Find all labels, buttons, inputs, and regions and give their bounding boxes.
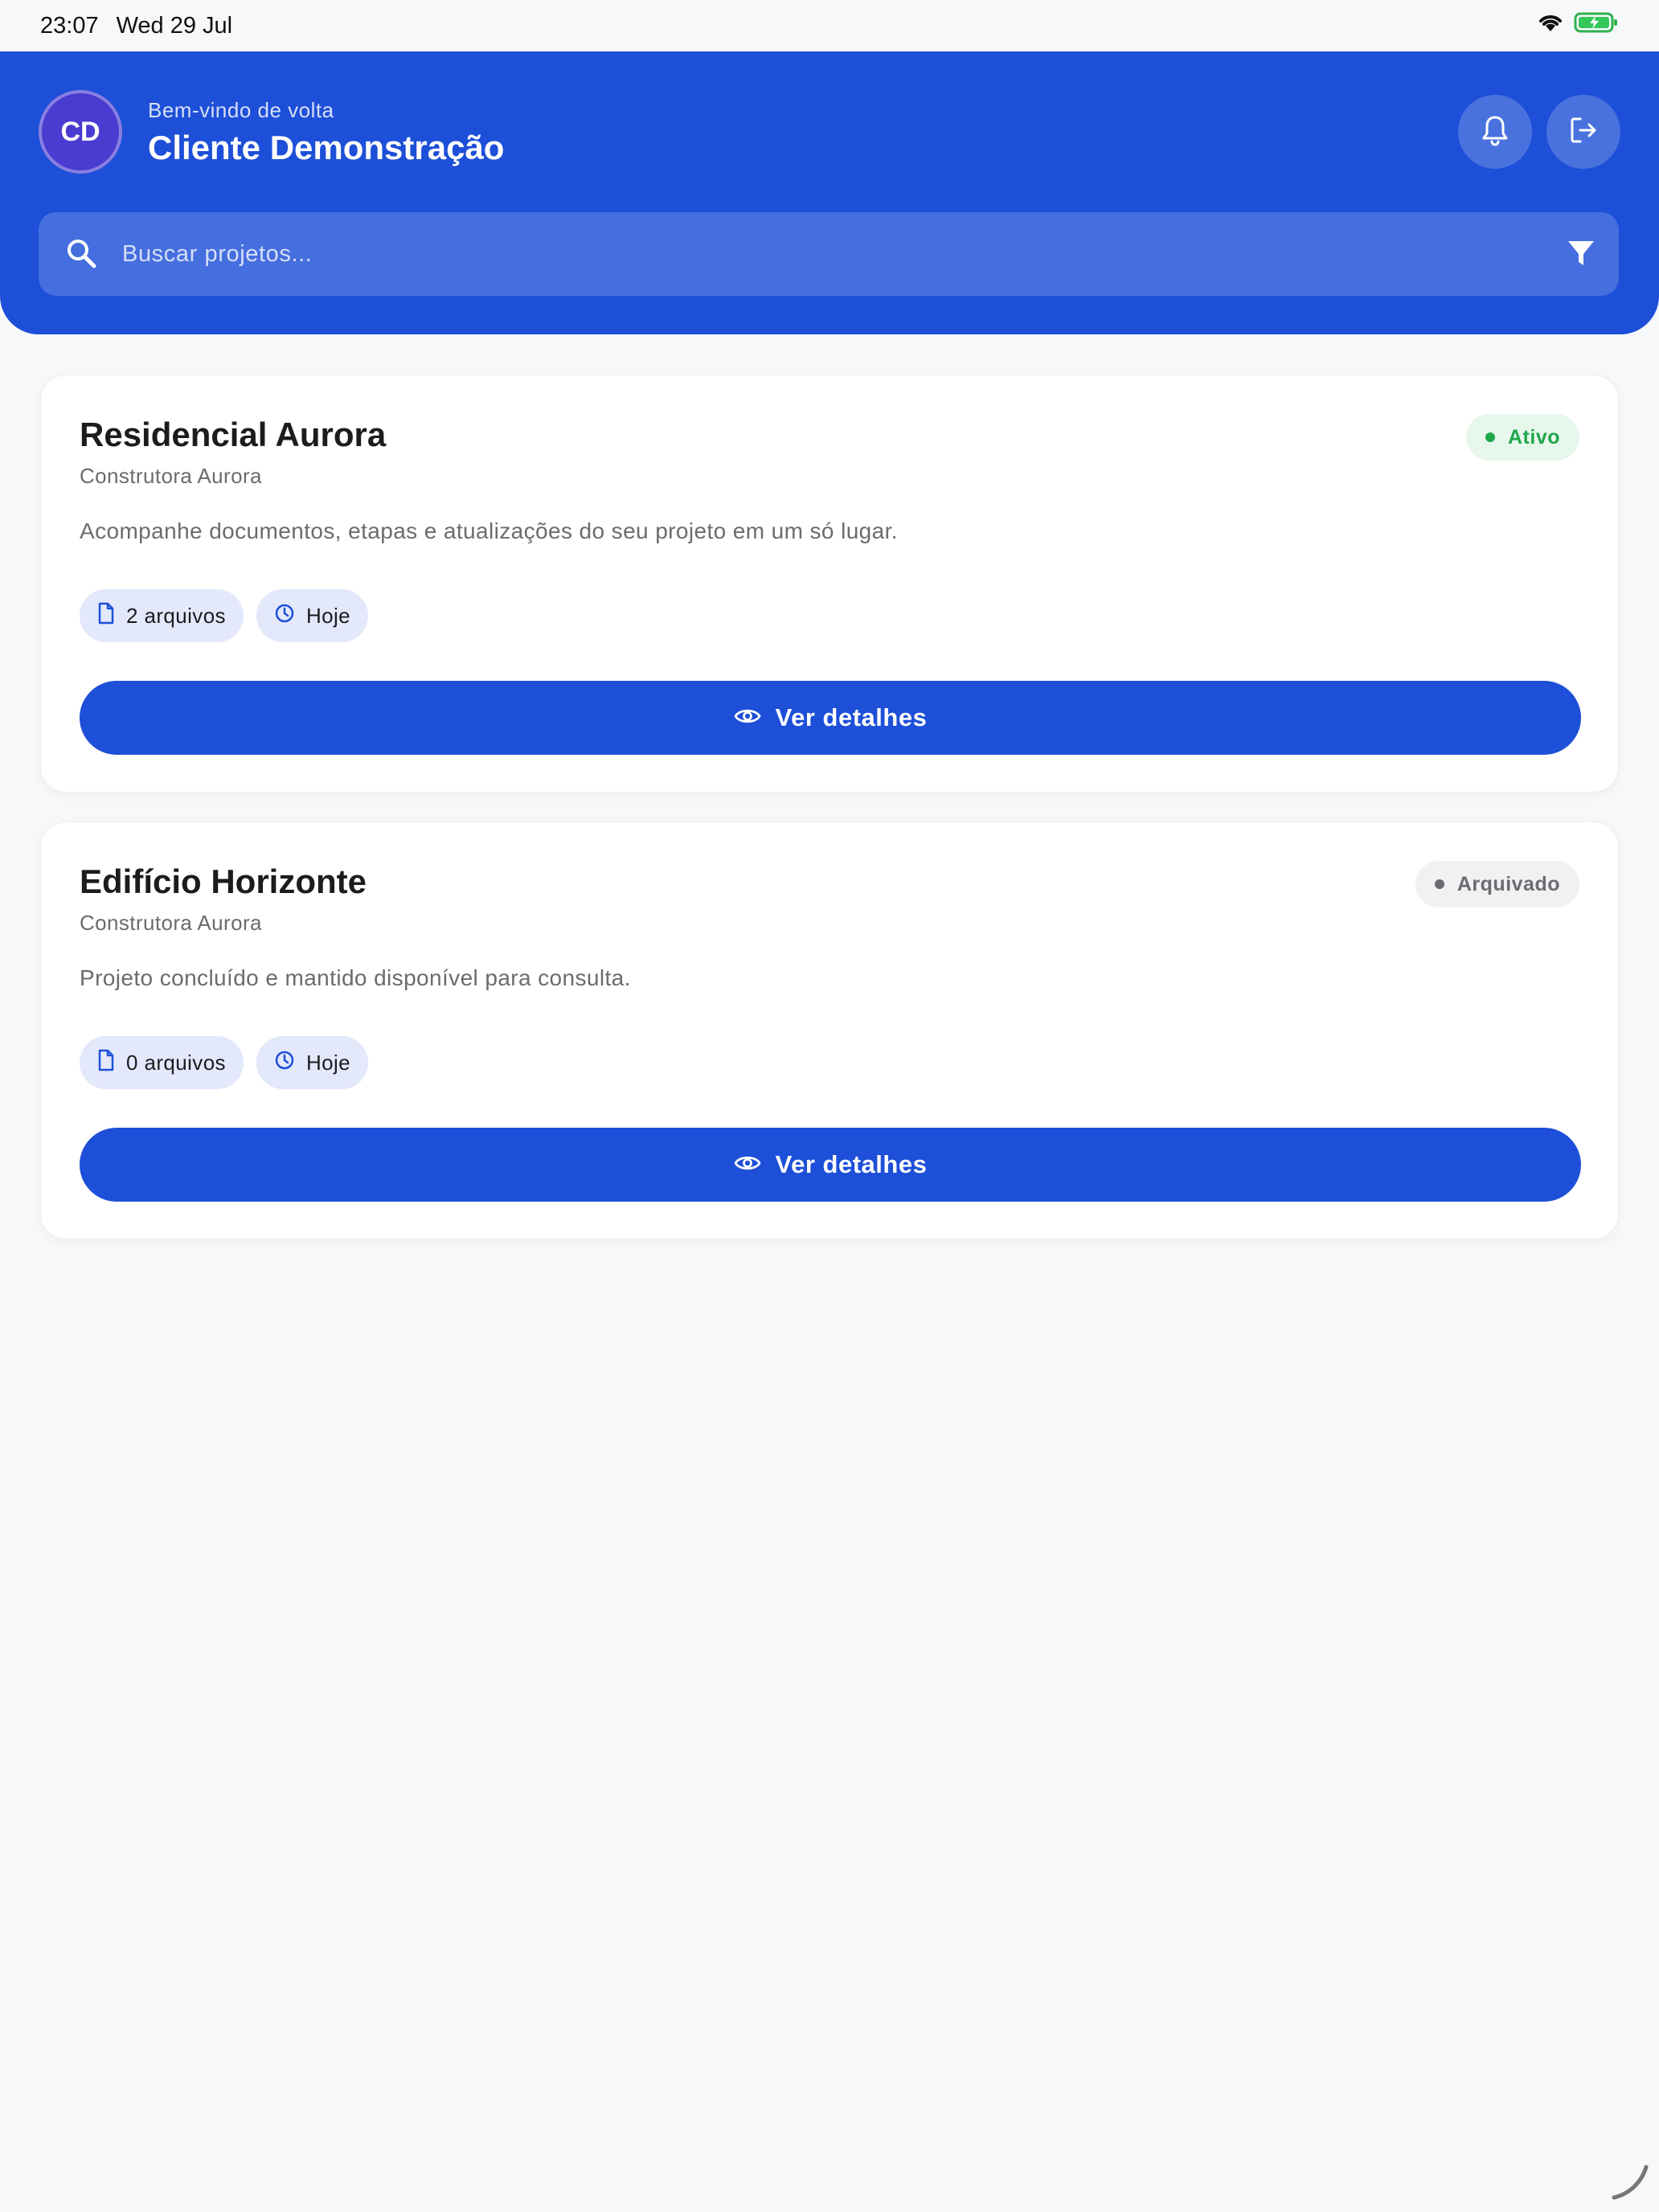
status-label: Ativo	[1508, 425, 1560, 449]
files-chip: 2 arquivos	[80, 589, 244, 642]
view-details-label: Ver detalhes	[775, 703, 928, 731]
view-details-button[interactable]: Ver detalhes	[80, 1128, 1581, 1202]
updated-chip: Hoje	[256, 589, 369, 642]
logout-button[interactable]	[1546, 95, 1620, 169]
files-chip: 0 arquivos	[80, 1036, 244, 1089]
files-count: 0 arquivos	[126, 1050, 226, 1075]
project-title: Residencial Aurora	[80, 416, 387, 453]
project-description: Acompanhe documentos, etapas e atualizaç…	[80, 518, 898, 543]
project-meta: 2 arquivos Hoje	[80, 589, 369, 642]
project-title: Edifício Horizonte	[80, 862, 367, 900]
search-bar	[39, 212, 1619, 296]
battery-icon	[1574, 11, 1619, 40]
view-details-button[interactable]: Ver detalhes	[80, 681, 1581, 755]
avatar[interactable]: CD	[39, 90, 122, 174]
status-date: Wed 29 Jul	[116, 12, 233, 39]
project-meta: 0 arquivos Hoje	[80, 1036, 369, 1089]
welcome-text: Bem-vindo de volta	[148, 98, 334, 122]
status-badge: Ativo	[1466, 414, 1579, 461]
eye-icon	[734, 1150, 761, 1179]
project-company: Construtora Aurora	[80, 464, 262, 488]
updated-label: Hoje	[305, 1050, 351, 1075]
file-icon	[97, 602, 115, 630]
project-card: Residencial Aurora Construtora Aurora Ac…	[40, 375, 1619, 793]
file-icon	[97, 1049, 115, 1077]
updated-chip: Hoje	[256, 1036, 369, 1089]
status-dot	[1434, 879, 1444, 889]
status-dot	[1485, 432, 1495, 442]
project-description: Projeto concluído e mantido disponível p…	[80, 965, 631, 990]
status-time: 23:07	[40, 12, 99, 39]
app-header: CD Bem-vindo de volta Cliente Demonstraç…	[0, 51, 1659, 334]
clock-icon	[274, 603, 295, 629]
corner-gesture-indicator	[1611, 2162, 1651, 2206]
clock-icon	[274, 1050, 295, 1076]
status-label: Arquivado	[1456, 872, 1560, 895]
logout-icon	[1567, 114, 1600, 150]
notifications-button[interactable]	[1458, 95, 1532, 169]
bell-icon	[1481, 114, 1509, 150]
updated-label: Hoje	[305, 603, 351, 628]
project-company: Construtora Aurora	[80, 911, 262, 935]
filter-icon[interactable]	[1566, 238, 1596, 272]
view-details-label: Ver detalhes	[775, 1150, 928, 1178]
status-bar: 23:07 Wed 29 Jul	[0, 0, 1659, 51]
eye-icon	[734, 703, 761, 732]
project-card: Edifício Horizonte Construtora Aurora Pr…	[40, 821, 1619, 1239]
files-count: 2 arquivos	[126, 603, 226, 628]
search-input[interactable]	[122, 212, 1489, 296]
wifi-icon	[1537, 12, 1564, 39]
search-icon	[64, 236, 98, 274]
status-badge: Arquivado	[1415, 861, 1579, 907]
user-name: Cliente Demonstração	[148, 129, 505, 166]
